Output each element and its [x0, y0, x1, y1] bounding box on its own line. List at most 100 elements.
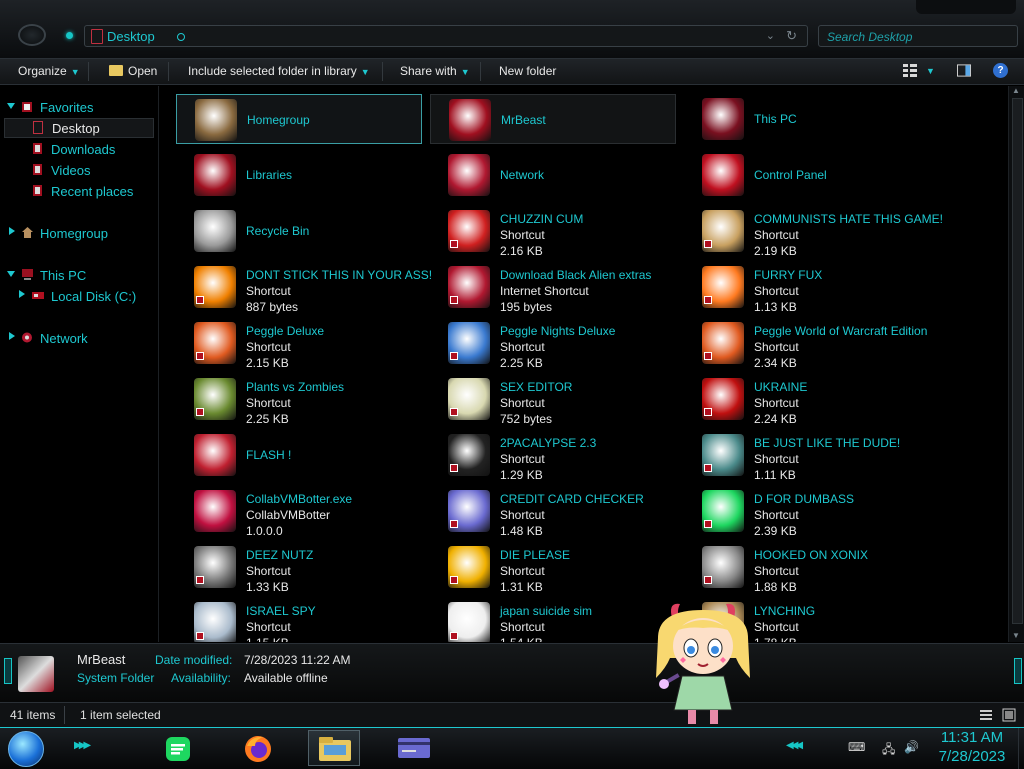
file-item[interactable]: Control Panel: [684, 150, 930, 200]
file-size: 1.33 KB: [246, 580, 289, 594]
file-item[interactable]: Homegroup: [176, 94, 422, 144]
file-type: Shortcut: [500, 396, 545, 410]
file-item[interactable]: CollabVMBotter.exe CollabVMBotter 1.0.0.0: [176, 486, 422, 538]
availability-value: Available offline: [244, 671, 328, 685]
view-dropdown-chevron-icon[interactable]: ▼: [926, 66, 935, 76]
nav-recent-places[interactable]: Recent places: [33, 184, 133, 199]
nav-downloads[interactable]: Downloads: [33, 142, 115, 157]
scroll-thumb[interactable]: [1012, 98, 1023, 624]
preview-pane-icon[interactable]: [957, 64, 971, 77]
vertical-scrollbar[interactable]: ▲ ▼: [1008, 86, 1024, 642]
file-item[interactable]: ISRAEL SPY Shortcut 1.15 KB: [176, 598, 422, 642]
file-item[interactable]: COMMUNISTS HATE THIS GAME! Shortcut 2.19 K…: [684, 206, 943, 258]
refresh-icon[interactable]: ↻: [786, 28, 797, 44]
file-item[interactable]: 2PACALYPSE 2.3 Shortcut 1.29 KB: [430, 430, 676, 482]
file-name: FLASH !: [246, 448, 292, 462]
file-item[interactable]: This PC: [684, 94, 930, 144]
file-item[interactable]: Download Black Alien extras Internet Shor…: [430, 262, 676, 314]
nav-favorites[interactable]: Favorites: [7, 100, 93, 115]
taskbar: ▶▶▶ ◀◀◀ ⌨ 🖧 🔊 11:31 AM 7/28/2023: [0, 727, 1024, 769]
nav-desktop[interactable]: Desktop: [4, 118, 154, 138]
file-item[interactable]: DEEZ NUTZ Shortcut 1.33 KB: [176, 542, 422, 594]
nav-homegroup[interactable]: Homegroup: [9, 226, 108, 241]
organize-button[interactable]: Organize ▼: [18, 64, 80, 78]
view-options-icon[interactable]: [903, 64, 917, 77]
availability-label: Availability:: [171, 671, 231, 685]
file-item[interactable]: japan suicide sim Shortcut 1.54 KB: [430, 598, 676, 642]
chuzzle-icon: [448, 210, 490, 252]
shortcut-arrow-icon: [704, 520, 712, 528]
file-item[interactable]: MrBeast: [430, 94, 676, 144]
details-view-icon[interactable]: [980, 709, 992, 721]
taskbar-chevrons-left-icon: ▶▶▶: [74, 740, 91, 751]
large-icons-view-icon[interactable]: [1002, 708, 1016, 722]
selected-folder-thumbnail: [18, 656, 54, 692]
address-bar[interactable]: Desktop ⌄ ↻: [84, 25, 808, 47]
window-controls[interactable]: [916, 0, 1016, 14]
file-item[interactable]: Peggle World of Warcraft Edition Shortcut…: [684, 318, 930, 370]
file-item[interactable]: DONT STICK THIS IN YOUR ASS! Shortcut 887 …: [176, 262, 432, 314]
command-bar: Organize ▼ Open Include selected folder i…: [0, 59, 1024, 85]
open-button[interactable]: Open: [109, 64, 157, 78]
file-item[interactable]: UKRAINE Shortcut 2.24 KB: [684, 374, 930, 426]
network-tray-icon[interactable]: 🖧: [882, 740, 895, 761]
history-dropdown-dot[interactable]: [66, 32, 73, 39]
shortcut-arrow-icon: [704, 408, 712, 416]
taskbar-credit-card-checker[interactable]: [388, 730, 440, 766]
volume-icon[interactable]: 🔊: [904, 740, 919, 754]
start-button[interactable]: [8, 731, 44, 767]
file-item[interactable]: FURRY FUX Shortcut 1.13 KB: [684, 262, 930, 314]
file-size: 887 bytes: [246, 300, 299, 314]
file-type: Shortcut: [246, 396, 291, 410]
taskbar-file-explorer[interactable]: [308, 730, 360, 766]
include-in-library-button[interactable]: Include selected folder in library ▼: [188, 64, 370, 78]
file-item[interactable]: D FOR DUMBASS Shortcut 2.39 KB: [684, 486, 930, 538]
file-name: Homegroup: [247, 113, 310, 127]
file-item[interactable]: Peggle Nights Deluxe Shortcut 2.25 KB: [430, 318, 676, 370]
address-text: Desktop: [107, 29, 155, 44]
system-clock[interactable]: 11:31 AM 7/28/2023: [930, 728, 1014, 766]
shortcut-arrow-icon: [450, 464, 458, 472]
chevron-down-icon[interactable]: ⌄: [766, 29, 775, 42]
nav-local-disk[interactable]: Local Disk (C:): [19, 289, 136, 304]
file-name: Plants vs Zombies: [246, 380, 345, 394]
breadcrumb-arrow-icon[interactable]: [177, 33, 185, 41]
hxd-icon: [448, 378, 490, 420]
file-item[interactable]: CREDIT CARD CHECKER Shortcut 1.48 KB: [430, 486, 676, 538]
file-name: MrBeast: [501, 113, 546, 127]
notification-area-icon[interactable]: ⌨: [848, 740, 865, 754]
search-input[interactable]: Search Desktop: [818, 25, 1018, 47]
file-name: HOOKED ON XONIX: [754, 548, 869, 562]
back-forward-button[interactable]: [14, 24, 50, 48]
vlc-icon: [194, 266, 236, 308]
file-item[interactable]: Plants vs Zombies Shortcut 2.25 KB: [176, 374, 422, 426]
desktop-icon: [91, 29, 103, 44]
help-icon[interactable]: ?: [993, 63, 1008, 78]
scroll-down-icon[interactable]: ▼: [1012, 631, 1020, 640]
show-desktop-button[interactable]: [1018, 728, 1024, 769]
file-item[interactable]: Peggle Deluxe Shortcut 2.15 KB: [176, 318, 422, 370]
file-item[interactable]: Network: [430, 150, 676, 200]
file-item[interactable]: BE JUST LIKE THE DUDE! Shortcut 1.11 KB: [684, 430, 930, 482]
file-item[interactable]: Recycle Bin: [176, 206, 422, 256]
file-size: 1.15 KB: [246, 636, 289, 642]
network-icon: [448, 154, 490, 196]
file-item[interactable]: Libraries: [176, 150, 422, 200]
nav-network[interactable]: Network: [9, 331, 88, 346]
file-item[interactable]: SEX EDITOR Shortcut 752 bytes: [430, 374, 676, 426]
taskbar-spotify[interactable]: [152, 730, 204, 766]
new-folder-button[interactable]: New folder: [499, 64, 556, 78]
scroll-up-icon[interactable]: ▲: [1012, 86, 1020, 95]
file-item[interactable]: FLASH !: [176, 430, 422, 480]
file-item[interactable]: HOOKED ON XONIX Shortcut 1.88 KB: [684, 542, 930, 594]
file-name: Peggle Nights Deluxe: [500, 324, 616, 338]
share-with-button[interactable]: Share with ▼: [400, 64, 470, 78]
taskbar-firefox[interactable]: [232, 730, 284, 766]
nav-this-pc[interactable]: This PC: [7, 268, 86, 283]
folder-icon: [449, 99, 491, 141]
nav-videos[interactable]: Videos: [33, 163, 91, 178]
file-item[interactable]: CHUZZIN CUM Shortcut 2.16 KB: [430, 206, 676, 258]
file-item[interactable]: DIE PLEASE Shortcut 1.31 KB: [430, 542, 676, 594]
console-icon: [448, 434, 490, 476]
file-type: Shortcut: [754, 396, 799, 410]
